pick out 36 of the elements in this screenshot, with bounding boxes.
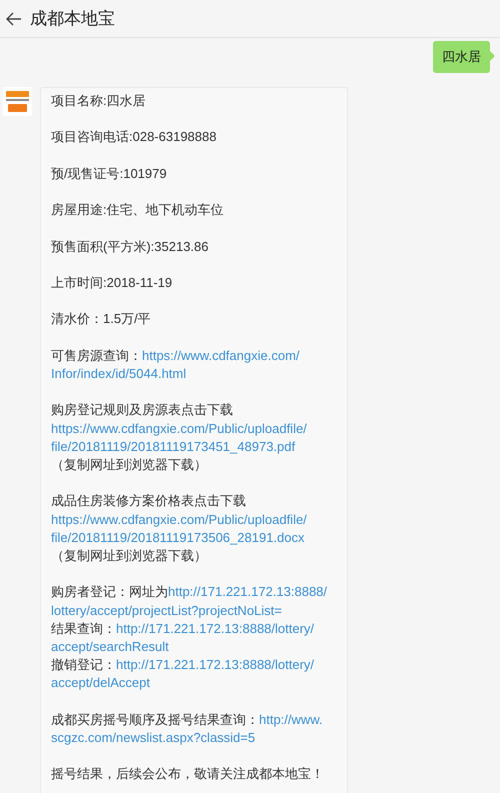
link[interactable]: http://171.221.172.13:8888/lottery/ — [116, 620, 314, 636]
link[interactable]: https://www.cdfangxie.com/ — [142, 348, 300, 363]
message-text: 预售面积(平方米):35213.86 — [51, 238, 210, 256]
message-text: 购房登记规则及房源表点击下载 — [51, 401, 234, 420]
link[interactable]: https://www.cdfangxie.com/Public/uploadfile/ — [51, 510, 339, 529]
link[interactable]: lottery/accept/projectList?projectNoList= — [51, 602, 339, 620]
message-text: 项目咨询电话:028-63198888 — [51, 128, 218, 146]
message-text: 房屋用途:住宅、地下机动车位 — [51, 201, 225, 220]
link[interactable]: scgzc.com/newslist.aspx?classid=5 — [51, 728, 339, 748]
link[interactable]: file/20181119/20181119173451_48973.pdf — [51, 438, 339, 456]
logo-icon — [3, 87, 32, 116]
link[interactable]: http://171.221.172.13:8888/lottery/ — [116, 657, 314, 672]
message-text: 摇号结果，后续会公布，敬请关注成都本地宝！ — [51, 765, 325, 784]
link[interactable]: https://www.cdfangxie.com/Public/uploadfile/ — [51, 420, 339, 438]
message-text: 项目名称:四水居 — [51, 92, 147, 110]
message-text: （复制网址到浏览器下载） — [51, 456, 208, 474]
message-text: 上市时间:2018-11-19 — [51, 274, 174, 292]
bubble-tail-icon — [490, 51, 495, 61]
message-text: 预/现售证号:101979 — [51, 164, 168, 183]
message-text: 撤销登记： — [51, 657, 116, 672]
link[interactable]: Infor/index/id/5044.html — [51, 364, 339, 384]
back-icon[interactable] — [6, 12, 22, 26]
message-text: 成都买房摇号顺序及摇号结果查询： — [51, 712, 259, 727]
link[interactable]: accept/delAccept — [51, 674, 339, 693]
link[interactable]: file/20181119/20181119173506_28191.docx — [51, 528, 339, 547]
message-text: 成品住房装修方案价格表点击下载 — [51, 492, 247, 510]
link[interactable]: http://www. — [259, 712, 323, 727]
link[interactable]: accept/searchResult — [51, 638, 339, 656]
chat-title: 成都本地宝 — [30, 8, 115, 30]
message-text: （复制网址到浏览器下载） — [51, 546, 208, 565]
message-text: 购房者登记：网址为 — [51, 584, 168, 600]
link[interactable]: http://171.221.172.13:8888/ — [168, 584, 328, 600]
message-text: 可售房源查询： — [51, 348, 142, 363]
message-text: 清水价：1.5万/平 — [51, 310, 152, 328]
message-text: 结果查询： — [51, 620, 116, 636]
sent-message: 四水居 — [433, 41, 490, 73]
